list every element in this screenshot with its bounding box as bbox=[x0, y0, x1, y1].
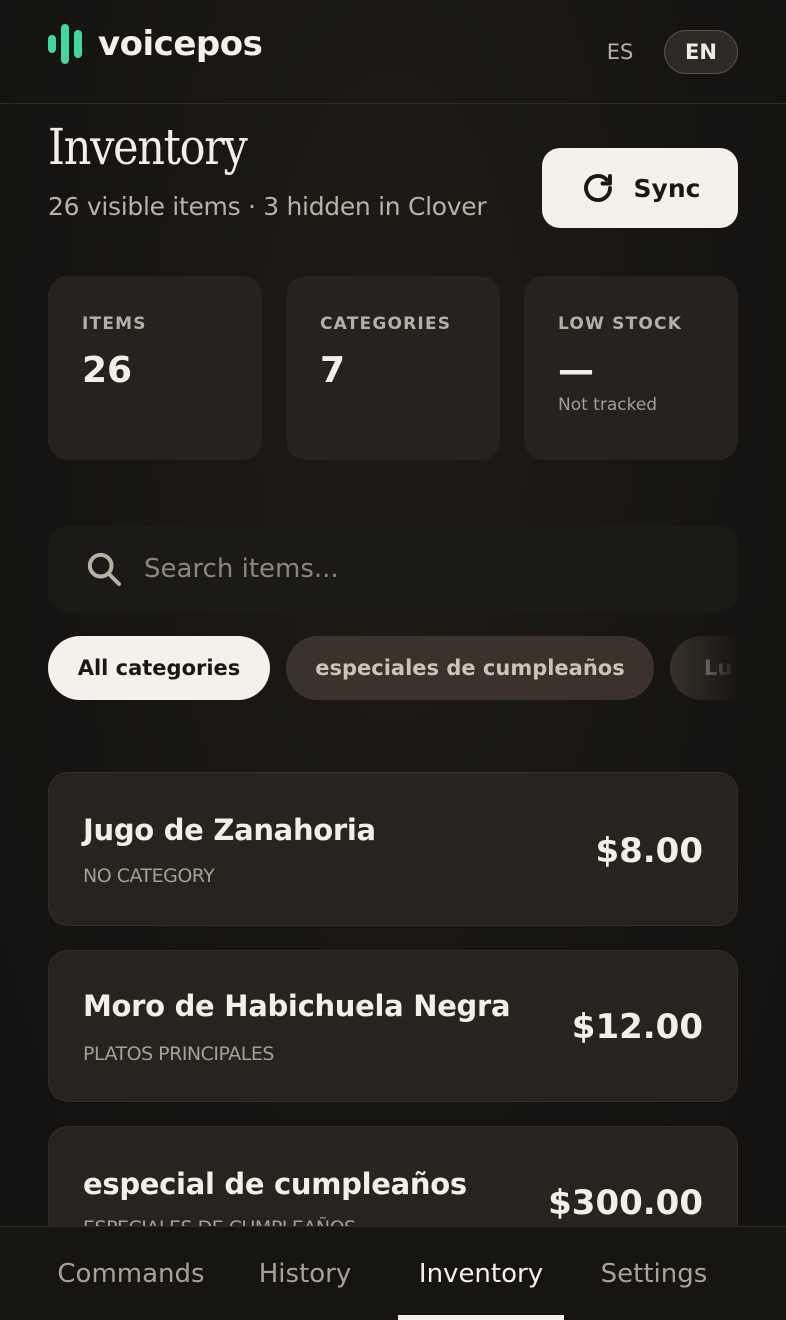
language-en-button[interactable]: EN bbox=[664, 30, 738, 74]
stat-label: LOW STOCK bbox=[558, 314, 683, 334]
voice-bars-icon bbox=[48, 24, 82, 64]
list-item[interactable]: Jugo de Zanahoria NO CATEGORY $8.00 bbox=[48, 772, 738, 926]
tab-commands[interactable]: Commands bbox=[42, 1227, 220, 1320]
search-box[interactable] bbox=[48, 526, 738, 612]
stat-card-low-stock: LOW STOCK — Not tracked bbox=[524, 276, 738, 460]
refresh-icon bbox=[583, 174, 612, 202]
brand-logo[interactable]: voicepos bbox=[48, 24, 263, 64]
list-item[interactable]: Moro de Habichuela Negra PLATOS PRINCIPA… bbox=[48, 950, 738, 1102]
item-name: Moro de Habichuela Negra bbox=[83, 989, 511, 1023]
stat-value: — bbox=[558, 350, 594, 391]
search-icon bbox=[87, 552, 121, 586]
list-item[interactable]: especial de cumpleaños ESPECIALES DE CUM… bbox=[48, 1126, 738, 1226]
stat-label: CATEGORIES bbox=[320, 314, 452, 334]
category-chip-all[interactable]: All categories bbox=[48, 636, 270, 700]
page-title: Inventory bbox=[48, 118, 248, 176]
item-price: $300.00 bbox=[548, 1183, 703, 1223]
category-filter-bar[interactable]: All categories especiales de cumpleaños … bbox=[48, 636, 738, 700]
item-category: PLATOS PRINCIPALES bbox=[83, 1043, 274, 1065]
language-es-button[interactable]: ES bbox=[590, 30, 650, 74]
tab-settings[interactable]: Settings bbox=[580, 1227, 728, 1320]
item-price: $8.00 bbox=[595, 831, 703, 871]
tab-history[interactable]: History bbox=[232, 1227, 378, 1320]
stat-label: ITEMS bbox=[82, 314, 147, 334]
stat-value: 7 bbox=[320, 350, 346, 391]
app-root: voicepos ES EN Inventory 26 visible item… bbox=[0, 0, 786, 1320]
stat-value: 26 bbox=[82, 350, 133, 391]
brand-name: voicepos bbox=[98, 24, 263, 64]
tab-inventory[interactable]: Inventory bbox=[398, 1227, 564, 1320]
item-price: $12.00 bbox=[571, 1007, 703, 1047]
item-category: NO CATEGORY bbox=[83, 865, 215, 887]
category-chip[interactable]: especiales de cumpleaños bbox=[286, 636, 654, 700]
item-name: especial de cumpleaños bbox=[83, 1167, 467, 1201]
sync-button[interactable]: Sync bbox=[542, 148, 738, 228]
stat-note: Not tracked bbox=[558, 395, 658, 415]
stat-card-items: ITEMS 26 bbox=[48, 276, 262, 460]
top-bar: voicepos ES EN bbox=[0, 0, 786, 104]
item-name: Jugo de Zanahoria bbox=[83, 813, 376, 847]
item-list[interactable]: Jugo de Zanahoria NO CATEGORY $8.00 Moro… bbox=[48, 772, 738, 1226]
search-input[interactable] bbox=[144, 554, 704, 584]
page-subtitle: 26 visible items · 3 hidden in Clover bbox=[48, 192, 487, 221]
stat-card-categories: CATEGORIES 7 bbox=[286, 276, 500, 460]
sync-label: Sync bbox=[633, 173, 701, 203]
bottom-nav: Commands History Inventory Settings bbox=[0, 1226, 786, 1320]
scroll-fade bbox=[668, 636, 738, 700]
item-category: ESPECIALES DE CUMPLEAÑOS bbox=[83, 1217, 356, 1226]
active-tab-indicator bbox=[398, 1315, 564, 1320]
